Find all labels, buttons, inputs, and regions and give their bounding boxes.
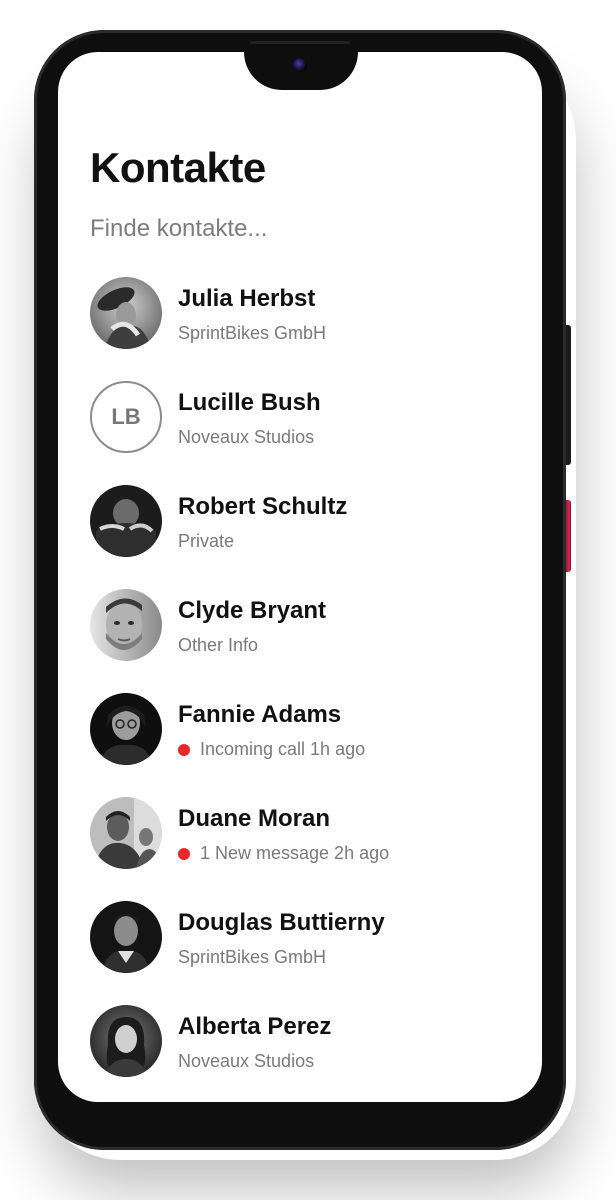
avatar	[90, 693, 162, 765]
page-title: Kontakte	[90, 144, 266, 191]
avatar	[90, 589, 162, 661]
contact-subtitle: 1 New message 2h ago	[178, 843, 389, 864]
contact-name: Douglas Buttierny	[178, 909, 385, 936]
contact-item[interactable]: Clyde Bryant Other Info	[90, 589, 520, 693]
avatar	[90, 485, 162, 557]
avatar-initials: LB	[90, 381, 162, 453]
contact-item[interactable]: Julia Herbst SprintBikes GmbH	[90, 277, 520, 381]
avatar	[90, 277, 162, 349]
contact-subtitle: Other Info	[178, 635, 258, 656]
contact-subtitle: SprintBikes GmbH	[178, 947, 326, 968]
avatar	[90, 1005, 162, 1077]
contact-name: Lucille Bush	[178, 389, 321, 416]
contact-subtitle-text: Noveaux Studios	[178, 1051, 315, 1071]
contact-name: Fannie Adams	[178, 701, 342, 728]
contact-list: Julia Herbst SprintBikes GmbH LB Lucille…	[90, 277, 520, 1102]
contact-subtitle-text: Other Info	[178, 635, 259, 655]
contact-item[interactable]: Alberta Perez Noveaux Studios	[90, 1005, 520, 1102]
contact-item[interactable]: Fannie Adams Incoming call 1h ago	[90, 693, 520, 797]
avatar	[90, 797, 162, 869]
unread-dot	[178, 743, 190, 756]
contact-subtitle-text: Incoming call 1h ago	[200, 739, 366, 759]
avatar	[90, 901, 162, 973]
unread-dot	[178, 847, 190, 860]
contact-subtitle-text: Noveaux Studios	[178, 427, 315, 447]
search-input[interactable]	[90, 212, 490, 246]
contact-name: Alberta Perez	[178, 1013, 332, 1040]
contact-subtitle: Noveaux Studios	[178, 1051, 314, 1072]
contact-subtitle: Private	[178, 531, 234, 552]
contact-subtitle: Incoming call 1h ago	[178, 739, 365, 760]
contact-name: Clyde Bryant	[178, 597, 327, 624]
contact-subtitle: Noveaux Studios	[178, 427, 314, 448]
contact-subtitle-text: SprintBikes GmbH	[178, 323, 327, 343]
contact-name: Duane Moran	[178, 805, 331, 832]
contact-subtitle: SprintBikes GmbH	[178, 323, 326, 344]
contact-name: Julia Herbst	[178, 285, 316, 312]
front-camera-icon	[293, 58, 307, 72]
contact-subtitle-text: Private	[178, 531, 235, 551]
contact-subtitle-text: 1 New message 2h ago	[200, 843, 390, 863]
volume-button	[566, 325, 571, 465]
power-button	[566, 500, 571, 572]
contact-item[interactable]: LB Lucille Bush Noveaux Studios	[90, 381, 520, 485]
contact-item[interactable]: Duane Moran 1 New message 2h ago	[90, 797, 520, 901]
speaker-grille	[250, 41, 350, 44]
screen: Kontakte Julia Herbst SprintBikes GmbH L…	[58, 52, 542, 1102]
contact-item[interactable]: Robert Schultz Private	[90, 485, 520, 589]
contact-item[interactable]: Douglas Buttierny SprintBikes GmbH	[90, 901, 520, 1005]
contact-name: Robert Schultz	[178, 493, 348, 520]
contact-subtitle-text: SprintBikes GmbH	[178, 947, 327, 967]
